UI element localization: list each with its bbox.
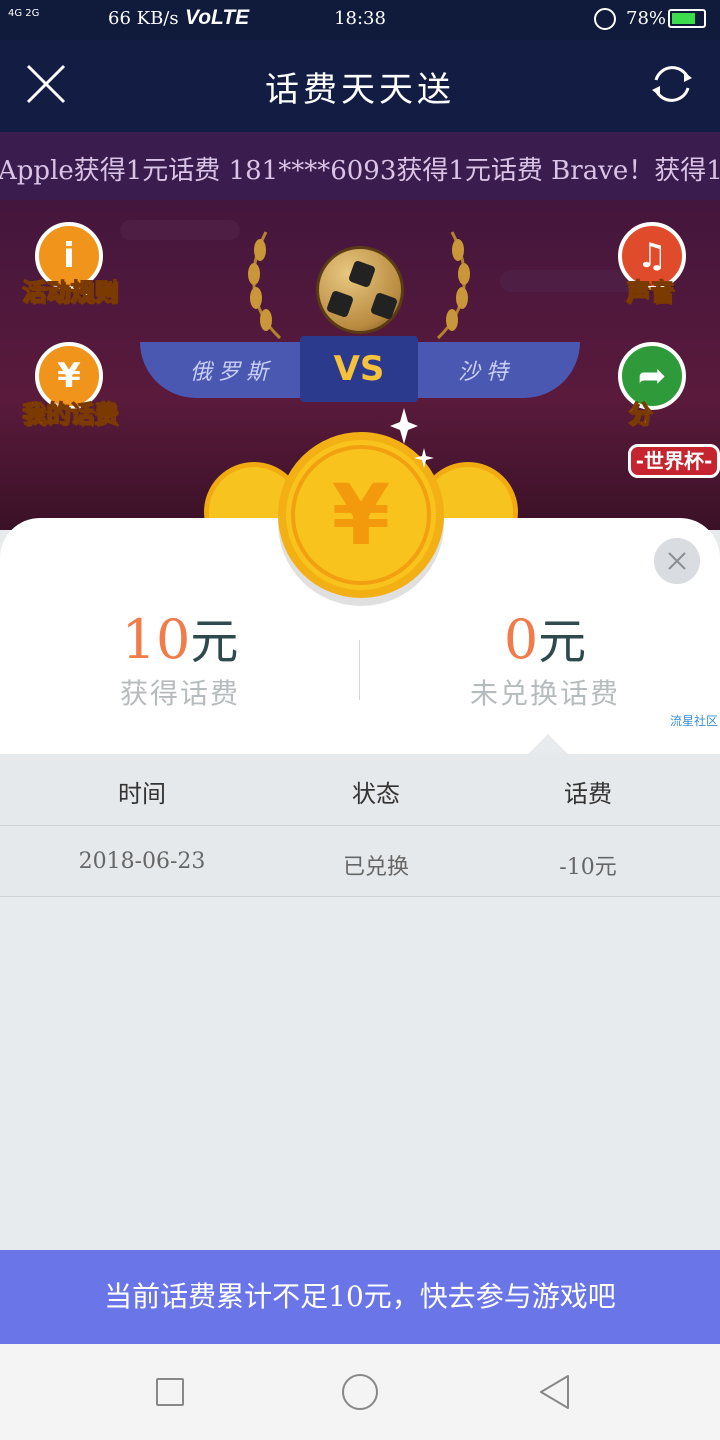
- dialog-close-icon[interactable]: [654, 538, 700, 584]
- world-cup-badge[interactable]: -世界杯-: [628, 444, 720, 478]
- home-icon[interactable]: [342, 1374, 378, 1410]
- earned-label: 获得话费: [119, 677, 240, 710]
- earned-value: 10: [121, 608, 191, 671]
- earned-unit: 元: [190, 614, 239, 670]
- unredeemed-label: 未兑换话费: [469, 677, 620, 710]
- row-time: 2018-06-23: [78, 849, 206, 874]
- back-icon[interactable]: [538, 1374, 572, 1410]
- table-row: 2018-06-23 已兑换 -10元: [0, 827, 720, 897]
- vs-label: VS: [300, 336, 418, 402]
- watermark: 流星社区: [669, 714, 718, 728]
- unredeemed-value: 0: [503, 608, 539, 671]
- team-right: 沙特: [458, 360, 515, 385]
- earned-stat: 10元 获得话费: [100, 602, 260, 712]
- rules-label: 活动规则: [22, 278, 119, 307]
- rotation-lock-icon: [594, 8, 616, 30]
- team-left: 俄罗斯: [190, 360, 275, 385]
- sparkle-icon: [390, 408, 434, 468]
- laurel-left-icon: [248, 231, 282, 340]
- col-time: 时间: [118, 780, 166, 808]
- ticker-text: Apple获得1元话费 181****6093获得1元话费 Brave！获得1元: [0, 156, 720, 186]
- refresh-icon[interactable]: [648, 60, 696, 108]
- page-title: 话费天天送: [265, 70, 455, 110]
- sound-label: 声音: [626, 278, 675, 307]
- unredeemed-stat: 0元 未兑换话费: [460, 602, 630, 712]
- tab-pointer: [528, 734, 568, 754]
- row-status: 已兑换: [342, 855, 409, 880]
- stat-divider: [359, 640, 360, 700]
- soccer-ball-icon: [316, 246, 404, 334]
- my-fee-label: 我的话费: [22, 400, 119, 429]
- table-header: 时间 状态 话费: [0, 754, 720, 826]
- status-bar: 4G 2G 66 KB/s VoLTE 18:38 78%: [0, 0, 720, 40]
- share-label: 分: [628, 400, 653, 429]
- winners-ticker: Apple获得1元话费 181****6093获得1元话费 Brave！获得1元: [0, 132, 720, 200]
- recent-apps-icon[interactable]: [156, 1378, 184, 1406]
- col-status: 状态: [352, 780, 400, 808]
- title-bar: 话费天天送: [0, 40, 720, 132]
- laurel-right-icon: [436, 231, 470, 340]
- unredeemed-unit: 元: [538, 614, 587, 670]
- play-game-banner[interactable]: 当前话费累计不足10元，快去参与游戏吧: [0, 1250, 720, 1344]
- row-fee: -10元: [559, 855, 617, 880]
- col-fee: 话费: [564, 780, 612, 808]
- system-nav-bar: [0, 1344, 720, 1440]
- battery-percent: 78%: [626, 8, 667, 29]
- battery-icon: [668, 9, 706, 28]
